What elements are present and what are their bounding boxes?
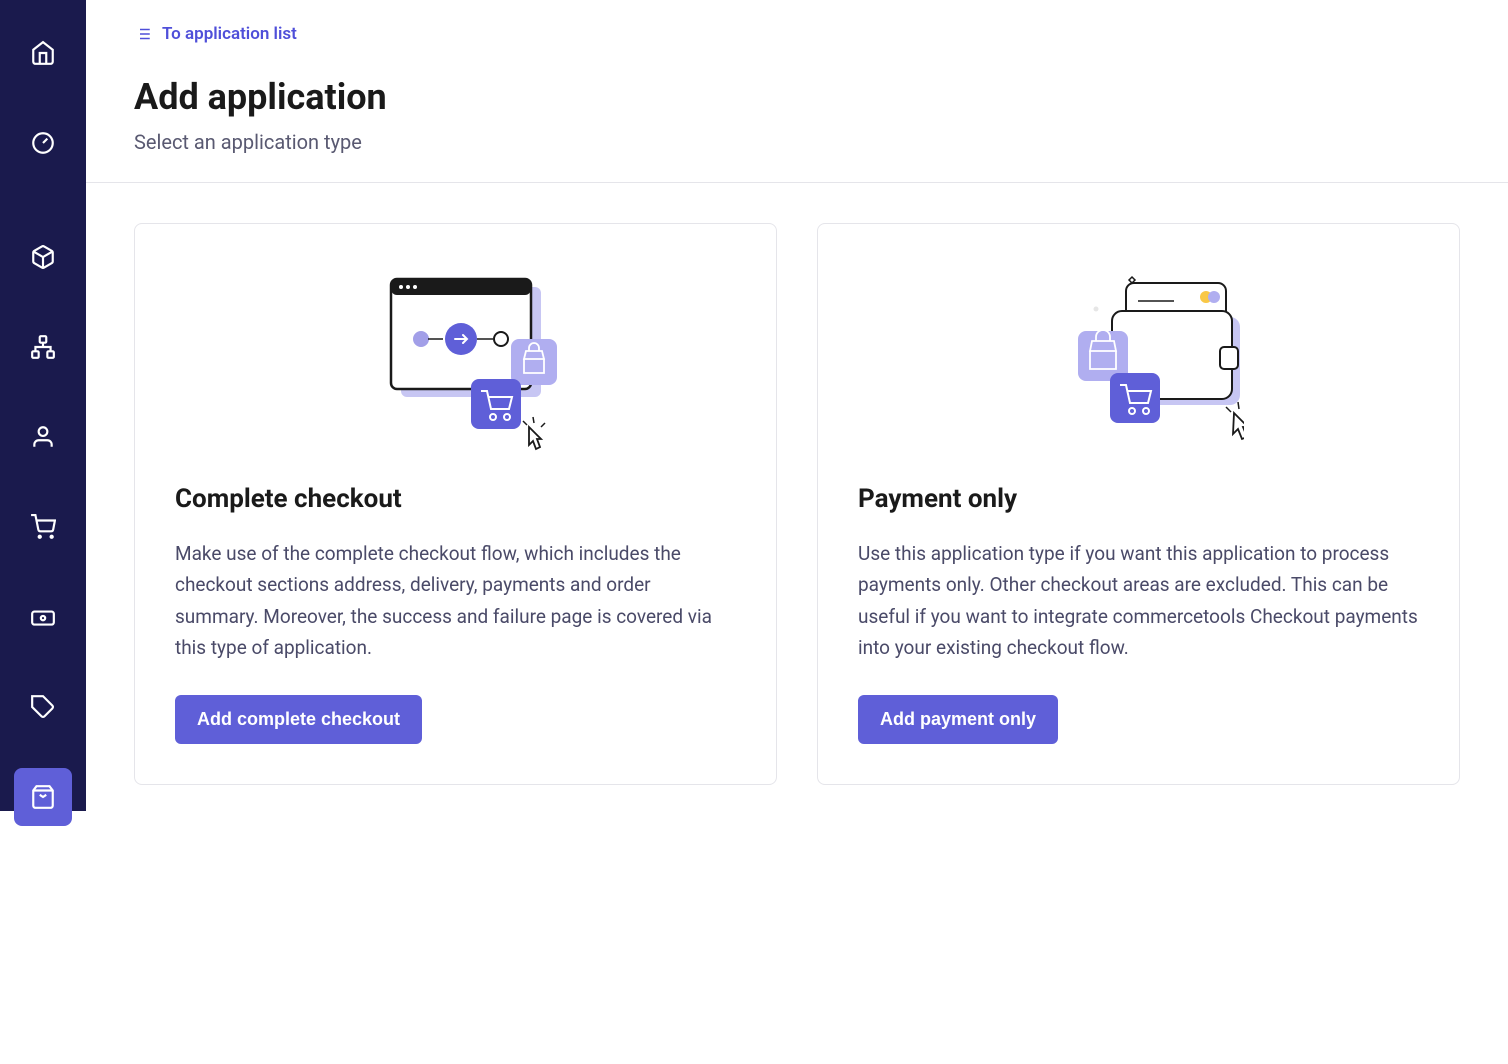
cube-icon xyxy=(30,244,56,270)
nav-categories[interactable] xyxy=(14,318,72,376)
sitemap-icon xyxy=(30,334,56,360)
nav-payments[interactable] xyxy=(14,588,72,646)
gear-icon xyxy=(30,1022,56,1048)
back-to-list-link[interactable]: To application list xyxy=(134,24,297,44)
page-title: Add application xyxy=(134,76,1460,118)
money-icon xyxy=(30,604,56,630)
tag-icon xyxy=(30,694,56,720)
cart-icon xyxy=(30,514,56,540)
nav-cart[interactable] xyxy=(14,498,72,556)
home-icon xyxy=(30,40,56,66)
card-description: Use this application type if you want th… xyxy=(858,538,1419,663)
shopping-bag-icon xyxy=(30,784,56,810)
nav-checkout[interactable] xyxy=(14,768,72,826)
add-complete-checkout-button[interactable]: Add complete checkout xyxy=(175,695,422,744)
nav-products[interactable] xyxy=(14,228,72,286)
nav-settings[interactable] xyxy=(14,1006,72,1064)
card-payment-only: Payment only Use this application type i… xyxy=(817,223,1460,785)
card-title: Payment only xyxy=(858,484,1419,514)
card-title: Complete checkout xyxy=(175,484,736,514)
refresh-icon xyxy=(30,964,56,990)
nav-customers[interactable] xyxy=(14,408,72,466)
list-icon xyxy=(134,25,152,43)
page-header: To application list Add application Sele… xyxy=(86,0,1508,183)
back-link-label: To application list xyxy=(162,24,297,44)
nav-discounts[interactable] xyxy=(14,678,72,736)
application-type-cards: Complete checkout Make use of the comple… xyxy=(86,183,1508,811)
card-complete-checkout: Complete checkout Make use of the comple… xyxy=(134,223,777,785)
main-content: To application list Add application Sele… xyxy=(86,0,1508,811)
card-description: Make use of the complete checkout flow, … xyxy=(175,538,736,663)
list-search-icon xyxy=(30,874,56,900)
nav-dashboard[interactable] xyxy=(14,114,72,172)
illustration-payment-only xyxy=(858,264,1419,464)
gauge-icon xyxy=(30,130,56,156)
nav-sync[interactable] xyxy=(14,948,72,1006)
page-subtitle: Select an application type xyxy=(134,130,1460,154)
nav-search[interactable] xyxy=(14,858,72,916)
illustration-complete-checkout xyxy=(175,264,736,464)
nav-home[interactable] xyxy=(14,24,72,82)
add-payment-only-button[interactable]: Add payment only xyxy=(858,695,1058,744)
sidebar xyxy=(0,0,86,811)
user-icon xyxy=(30,424,56,450)
